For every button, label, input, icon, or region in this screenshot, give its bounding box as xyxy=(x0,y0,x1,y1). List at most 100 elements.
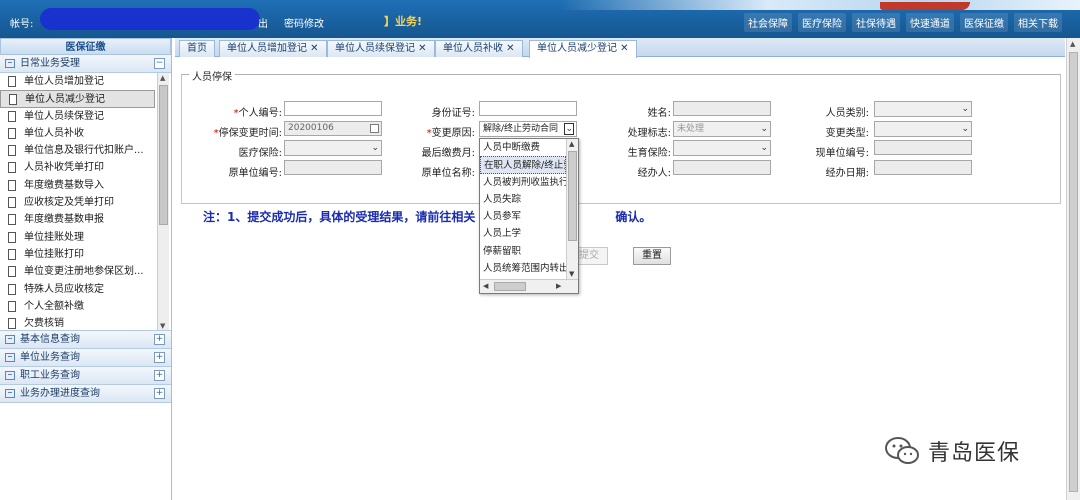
business-notice-tag: 】业务! xyxy=(384,15,423,28)
sidebar-group-unit-query[interactable]: 单位业务查询 + xyxy=(0,349,171,367)
document-icon xyxy=(8,231,16,243)
maternity-select[interactable]: ⌄ xyxy=(673,140,771,156)
page-scrollbar[interactable]: ▲ xyxy=(1066,38,1080,500)
name-input[interactable] xyxy=(673,101,771,116)
scroll-left-icon[interactable]: ◀ xyxy=(483,282,488,290)
collapse-icon[interactable]: − xyxy=(154,58,165,69)
main-content: 人员停保 *个人编号: 身份证号: 姓名: 人员类别: ⌄ *停保变更时间: 2… xyxy=(175,58,1065,500)
dropdown-option[interactable]: 人员统筹范围内转出 xyxy=(480,260,566,277)
sidebar-group-label: 业务办理进度查询 xyxy=(20,388,100,399)
person-type-label: 人员类别: xyxy=(825,108,869,119)
document-icon xyxy=(8,127,16,139)
person-type-select[interactable]: ⌄ xyxy=(874,101,972,117)
tab-home[interactable]: 首页 xyxy=(179,40,215,57)
personal-no-label: *个人编号: xyxy=(215,104,282,119)
dropdown-horizontal-scrollbar[interactable]: ◀ ▶ xyxy=(480,279,578,293)
scroll-up-icon[interactable]: ▲ xyxy=(160,74,165,82)
sidebar-group-label: 职工业务查询 xyxy=(20,370,80,381)
chevron-down-icon: ⌄ xyxy=(564,123,574,135)
dropdown-option[interactable]: 人员被判刑收监执行 xyxy=(480,174,566,191)
sidebar-item-special-receivable[interactable]: 特殊人员应收核定 xyxy=(0,281,155,298)
account-label: 帐号: xyxy=(10,19,34,30)
sidebar-item-receivable-print[interactable]: 应收核定及凭单打印 xyxy=(0,194,155,211)
sidebar-item-full-back-pay[interactable]: 个人全额补缴 xyxy=(0,298,155,315)
nav-medical-collection[interactable]: 医保征缴 xyxy=(960,13,1008,32)
sidebar-item-base-import[interactable]: 年度缴费基数导入 xyxy=(0,177,155,194)
sidebar-item-arrears-writeoff[interactable]: 欠费核销 xyxy=(0,315,155,330)
stop-date-input[interactable]: 20200106 xyxy=(284,121,382,136)
orig-unit-name-label: 原单位名称: xyxy=(421,168,475,179)
change-password-link[interactable]: 密码修改 xyxy=(284,15,324,30)
wechat-watermark: 青岛医保 xyxy=(884,435,1020,467)
sidebar-item-base-declare[interactable]: 年度缴费基数申报 xyxy=(0,211,155,228)
scroll-down-icon[interactable]: ▼ xyxy=(569,270,574,278)
folder-icon xyxy=(5,353,15,362)
scroll-down-icon[interactable]: ▼ xyxy=(160,322,165,330)
process-flag-select[interactable]: 未处理 ⌄ xyxy=(673,121,771,137)
orig-unit-no-input[interactable] xyxy=(284,160,382,175)
nav-social-benefits[interactable]: 社保待遇 xyxy=(852,13,900,32)
scroll-up-icon[interactable]: ▲ xyxy=(569,140,574,148)
sidebar-item-account-print[interactable]: 单位挂账打印 xyxy=(0,246,155,263)
sidebar-item-label: 单位信息及银行代扣账户... xyxy=(24,145,144,157)
dropdown-option[interactable]: 人员失踪 xyxy=(480,191,566,208)
dropdown-option[interactable]: 人员上学 xyxy=(480,225,566,242)
personal-no-input[interactable] xyxy=(284,101,382,116)
logout-link[interactable]: 出 xyxy=(258,15,268,30)
tab-reduce-staff[interactable]: 单位人员减少登记 ✕ xyxy=(529,40,637,58)
handler-input[interactable] xyxy=(673,160,771,175)
tab-renew-staff[interactable]: 单位人员续保登记 ✕ xyxy=(327,40,435,57)
sidebar-item-label: 个人全额补缴 xyxy=(24,300,84,312)
scrollbar-thumb[interactable] xyxy=(1069,52,1078,492)
sidebar-item-reduce-staff[interactable]: 单位人员减少登记 xyxy=(0,90,155,108)
scrollbar-thumb[interactable] xyxy=(159,85,168,225)
handle-date-input[interactable] xyxy=(874,160,972,175)
dropdown-option-highlighted[interactable]: 在职人员解除/终止劳 xyxy=(480,156,566,174)
expand-icon[interactable]: + xyxy=(154,370,165,381)
change-reason-select[interactable]: 解除/终止劳动合同 ⌄ xyxy=(479,121,577,137)
sidebar-item-unit-bank-account[interactable]: 单位信息及银行代扣账户... xyxy=(0,142,155,159)
scrollbar-thumb[interactable] xyxy=(494,282,526,291)
sidebar-item-staff-back-pay[interactable]: 单位人员补收 xyxy=(0,125,155,142)
expand-icon[interactable]: + xyxy=(154,388,165,399)
sidebar-item-add-staff[interactable]: 单位人员增加登记 xyxy=(0,73,155,90)
scroll-up-icon[interactable]: ▲ xyxy=(1070,40,1075,48)
sidebar-item-back-pay-print[interactable]: 人员补收凭单打印 xyxy=(0,159,155,176)
nav-social-security[interactable]: 社会保障 xyxy=(744,13,792,32)
nav-medical-insurance[interactable]: 医疗保险 xyxy=(798,13,846,32)
expand-icon[interactable]: + xyxy=(154,334,165,345)
change-reason-value: 解除/终止劳动合同 xyxy=(483,124,559,134)
sidebar-group-progress-query[interactable]: 业务办理进度查询 + xyxy=(0,385,171,403)
sidebar-item-account-process[interactable]: 单位挂账处理 xyxy=(0,229,155,246)
dropdown-option[interactable]: 人员参军 xyxy=(480,208,566,225)
sidebar-item-region-change[interactable]: 单位变更注册地参保区划... xyxy=(0,263,155,280)
sidebar-item-label: 单位人员增加登记 xyxy=(24,76,104,87)
dropdown-option[interactable]: 人员中断缴费 xyxy=(480,139,566,156)
sidebar-group-daily-business[interactable]: 日常业务受理 − xyxy=(0,55,171,73)
calendar-icon[interactable] xyxy=(370,124,379,133)
folder-icon xyxy=(5,371,15,380)
document-icon xyxy=(8,214,16,226)
tab-staff-back-pay[interactable]: 单位人员补收 ✕ xyxy=(435,40,523,57)
tab-add-staff[interactable]: 单位人员增加登记 ✕ xyxy=(219,40,327,57)
nav-quick-access[interactable]: 快速通道 xyxy=(906,13,954,32)
nav-downloads[interactable]: 相关下载 xyxy=(1014,13,1062,32)
medical-select[interactable]: ⌄ xyxy=(284,140,382,156)
dropdown-option[interactable]: 停薪留职 xyxy=(480,243,566,260)
watermark-text: 青岛医保 xyxy=(928,441,1021,466)
id-no-input[interactable] xyxy=(479,101,577,116)
change-reason-dropdown[interactable]: 人员中断缴费 在职人员解除/终止劳 人员被判刑收监执行 人员失踪 人员参军 人员… xyxy=(479,138,579,294)
label-text: 停保变更时间: xyxy=(218,128,282,139)
change-type-select[interactable]: ⌄ xyxy=(874,121,972,137)
dropdown-vertical-scrollbar[interactable]: ▲ ▼ xyxy=(566,139,578,279)
expand-icon[interactable]: + xyxy=(154,352,165,363)
sidebar-group-staff-query[interactable]: 职工业务查询 + xyxy=(0,367,171,385)
sidebar-item-renew-staff[interactable]: 单位人员续保登记 xyxy=(0,108,155,125)
scrollbar-thumb[interactable] xyxy=(568,151,577,241)
sidebar-item-label: 年度缴费基数导入 xyxy=(24,179,104,191)
reset-button[interactable]: 重置 xyxy=(633,247,671,265)
new-unit-no-input[interactable] xyxy=(874,140,972,155)
scroll-right-icon[interactable]: ▶ xyxy=(556,282,561,290)
sidebar-group-basic-info[interactable]: 基本信息查询 + xyxy=(0,331,171,349)
sidebar-scrollbar[interactable]: ▲ ▼ xyxy=(157,73,169,330)
